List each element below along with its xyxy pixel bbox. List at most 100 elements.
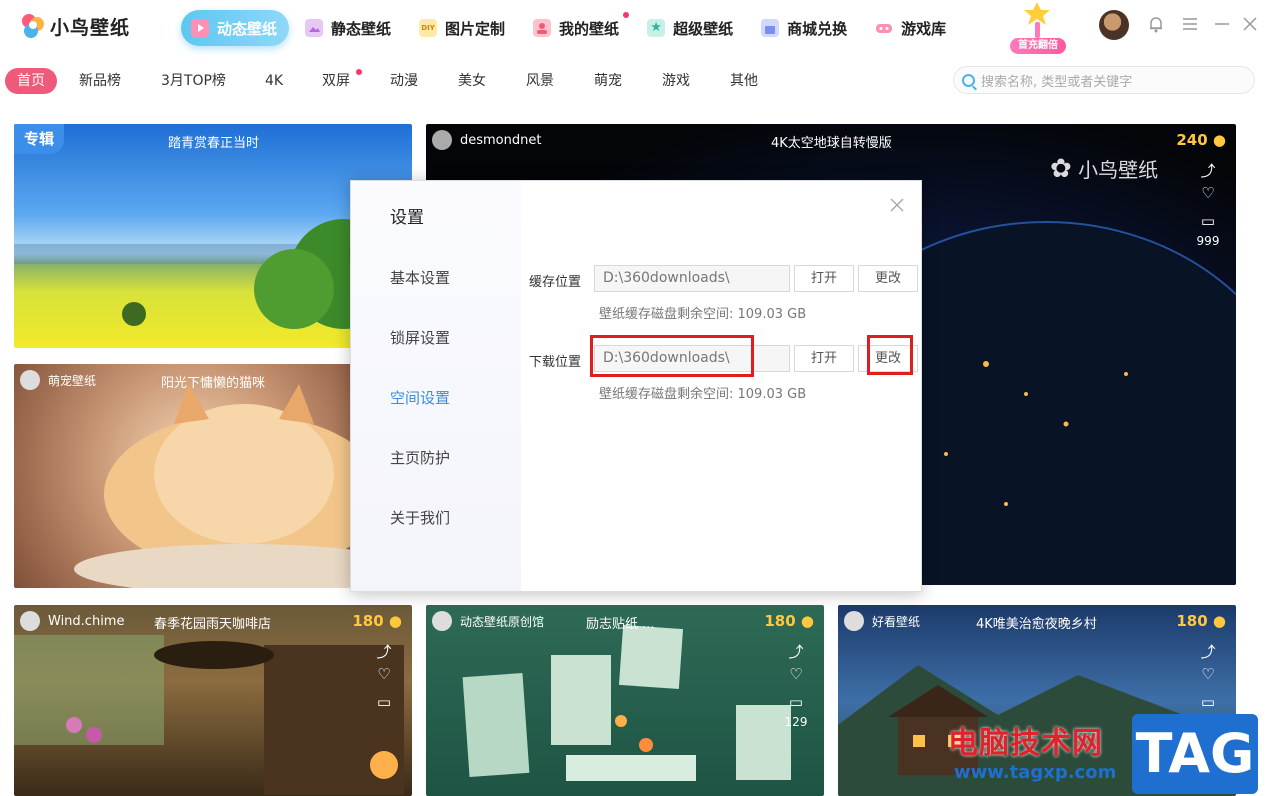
nav-super-wallpaper[interactable]: ★ 超级壁纸	[637, 10, 745, 46]
highlight-change-button	[867, 335, 913, 375]
category-scenery[interactable]: 风景	[514, 68, 566, 94]
search-icon	[962, 73, 975, 87]
nav-static-wallpaper[interactable]: 静态壁纸	[295, 10, 403, 46]
share-icon[interactable]: ⤴	[374, 641, 394, 662]
author-avatar	[432, 611, 452, 631]
star-icon: ★	[647, 19, 666, 37]
nav-label: 动态壁纸	[217, 19, 278, 38]
card-title: 春季花园雨天咖啡店	[154, 617, 272, 632]
nav-label: 图片定制	[445, 19, 506, 38]
category-dual-screen[interactable]: 双屏	[310, 68, 362, 94]
search-input[interactable]: 搜索名称, 类型或者关键字	[953, 66, 1255, 94]
promo-badge: 首充翻倍	[1010, 38, 1066, 54]
user-avatar[interactable]	[1099, 10, 1129, 40]
menu-about-us[interactable]: 关于我们	[390, 507, 450, 528]
category-new[interactable]: 新品榜	[67, 68, 133, 94]
nav-game-library[interactable]: 游戏库	[865, 10, 958, 46]
brand-text: 小鸟壁纸	[1078, 158, 1159, 182]
category-4k[interactable]: 4K	[253, 68, 295, 94]
close-icon[interactable]	[1240, 14, 1260, 34]
author-name[interactable]: 萌宠壁纸	[48, 372, 96, 389]
coin-icon: ●	[795, 612, 814, 630]
category-bar: 首页 新品榜 3月TOP榜 4K 双屏 动漫 美女 风景 萌宠 游戏 其他 搜索…	[0, 56, 1266, 104]
author-avatar	[20, 370, 40, 390]
category-top[interactable]: 3月TOP榜	[149, 68, 238, 94]
notification-dot	[623, 12, 630, 18]
menu-icon[interactable]	[1180, 14, 1200, 34]
comment-icon[interactable]: ▭	[786, 693, 806, 711]
comment-icon[interactable]: ▭	[1198, 693, 1218, 711]
share-icon[interactable]: ⤴	[1198, 641, 1218, 662]
card-title: 励志贴纸 ...	[586, 617, 655, 632]
price-value: 180	[764, 612, 796, 630]
menu-space-settings[interactable]: 空间设置	[390, 387, 450, 408]
author-name[interactable]: Wind.chime	[48, 614, 124, 629]
cache-change-button[interactable]: 更改	[858, 265, 918, 292]
price: 180 ●	[352, 612, 402, 630]
comment-count: 129	[784, 715, 808, 729]
app-logo[interactable]: 小鸟壁纸	[20, 12, 130, 40]
app-title: 小鸟壁纸	[50, 16, 131, 39]
dialog-title: 设置	[390, 208, 424, 228]
download-open-button[interactable]: 打开	[794, 345, 854, 372]
price-value: 240	[1176, 131, 1208, 149]
wallpaper-card[interactable]: 动态壁纸原创馆 励志贴纸 ... 180 ● ⤴ ♡ ▭ 129	[426, 605, 824, 796]
nav-label: 超级壁纸	[673, 19, 734, 38]
coin-icon: ●	[1207, 612, 1226, 630]
search-placeholder: 搜索名称, 类型或者关键字	[981, 74, 1133, 90]
promo-first-recharge[interactable]: 首充翻倍	[1006, 0, 1068, 56]
comment-icon[interactable]: ▭	[374, 693, 394, 711]
nav-dynamic-wallpaper[interactable]: 动态壁纸	[181, 10, 290, 46]
nav-label: 游戏库	[901, 19, 947, 38]
lightstick-icon	[1024, 2, 1050, 38]
watermark-text: 电脑技术网	[948, 726, 1103, 761]
heart-icon[interactable]: ♡	[374, 665, 394, 683]
main-nav: 动态壁纸 静态壁纸 DIY 图片定制 我的壁纸 ★ 超级壁纸 商城兑换 游戏库	[181, 10, 964, 46]
nav-image-custom[interactable]: DIY 图片定制	[409, 10, 517, 46]
author-name[interactable]: 动态壁纸原创馆	[460, 613, 544, 630]
nav-label: 我的壁纸	[559, 19, 620, 38]
share-icon[interactable]: ⤴	[786, 641, 806, 662]
menu-basic-settings[interactable]: 基本设置	[390, 267, 450, 288]
price-value: 180	[352, 612, 384, 630]
download-free-space: 壁纸缓存磁盘剩余空间: 109.03 GB	[599, 387, 807, 402]
gamepad-icon	[875, 19, 893, 37]
category-games[interactable]: 游戏	[650, 68, 702, 94]
highlight-download-path	[590, 335, 754, 377]
category-anime[interactable]: 动漫	[378, 68, 430, 94]
play-icon	[191, 19, 209, 37]
category-other[interactable]: 其他	[718, 68, 770, 94]
nav-my-wallpaper[interactable]: 我的壁纸	[523, 10, 631, 46]
cache-open-button[interactable]: 打开	[794, 265, 854, 292]
top-bar: 小鸟壁纸 动态壁纸 静态壁纸 DIY 图片定制 我的壁纸 ★ 超级壁纸 商城兑换…	[0, 0, 1266, 56]
site-watermark: 电脑技术网 www.tagxp.com TAG	[940, 712, 1266, 796]
comment-icon[interactable]: ▭	[1198, 212, 1218, 230]
heart-icon[interactable]: ♡	[1198, 665, 1218, 683]
menu-homepage-protection[interactable]: 主页防护	[390, 447, 450, 468]
category-home[interactable]: 首页	[5, 68, 57, 94]
diy-icon: DIY	[419, 19, 438, 37]
nav-label: 静态壁纸	[331, 19, 392, 38]
author-name[interactable]: 好看壁纸	[872, 613, 920, 630]
dialog-close-icon[interactable]	[887, 195, 907, 215]
wallpaper-card[interactable]: Wind.chime 春季花园雨天咖啡店 180 ● ⤴ ♡ ▭	[14, 605, 412, 796]
author-avatar	[844, 611, 864, 631]
share-icon[interactable]: ⤴	[1198, 160, 1218, 181]
price: 180 ●	[1176, 612, 1226, 630]
nav-label: 商城兑换	[787, 19, 848, 38]
category-pets[interactable]: 萌宠	[582, 68, 634, 94]
category-beauty[interactable]: 美女	[446, 68, 498, 94]
cache-path-field[interactable]: D:\360downloads\	[594, 265, 790, 292]
heart-icon[interactable]: ♡	[1198, 184, 1218, 202]
menu-lockscreen-settings[interactable]: 锁屏设置	[390, 327, 450, 348]
author-name[interactable]: desmondnet	[460, 133, 541, 148]
card-title: 4K太空地球自转慢版	[771, 136, 892, 151]
settings-sidebar: 设置 基本设置 锁屏设置 空间设置 主页防护 关于我们	[351, 181, 521, 591]
heart-icon[interactable]: ♡	[786, 665, 806, 683]
minimize-icon[interactable]	[1212, 14, 1232, 34]
bell-icon[interactable]	[1146, 14, 1166, 34]
nav-mall-exchange[interactable]: 商城兑换	[751, 10, 859, 46]
user-icon	[533, 19, 552, 37]
download-location-label: 下载位置	[529, 355, 582, 370]
cache-location-label: 缓存位置	[529, 275, 582, 290]
